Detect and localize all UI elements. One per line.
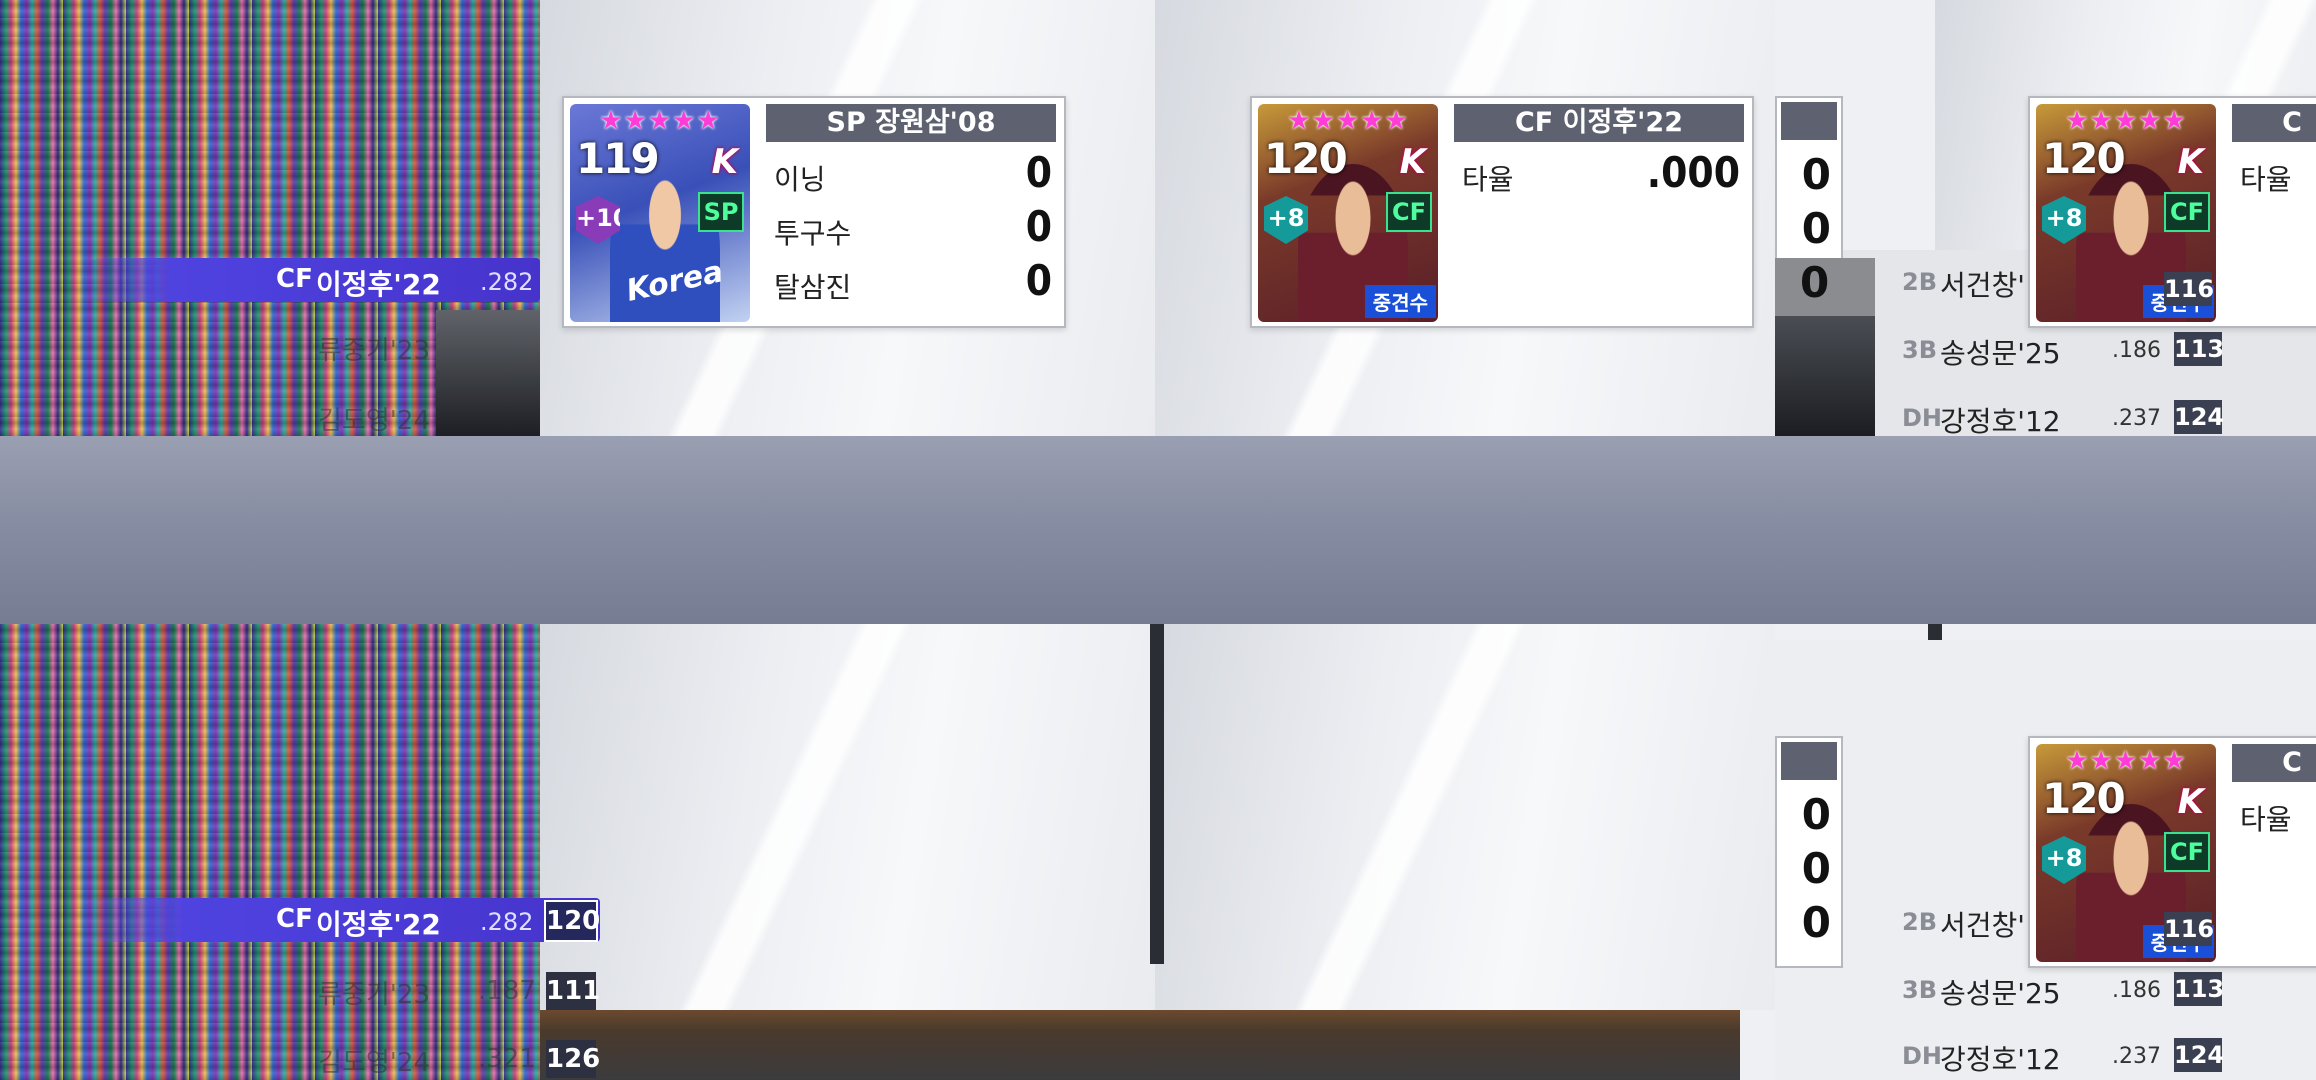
position-badge: SP <box>698 192 744 232</box>
overlay-ovr: 116 <box>2164 912 2214 946</box>
lineup-name: 송성문'25 <box>1940 977 2061 1010</box>
stat-value-pitches: 0 <box>1025 202 1052 251</box>
lineup-name: 송성문'25 <box>1940 337 2061 370</box>
sp-card-title: SP 장원삼'08 <box>766 104 1056 142</box>
stat-label-avg: 타율 <box>1462 163 1514 196</box>
lineup-pos: 2B <box>1902 268 1937 296</box>
lineup-avg: .237 <box>2112 1044 2161 1069</box>
partial-row-ovr-2: 126 <box>546 1040 600 1078</box>
selected-player-name: 이정후'22 <box>316 268 441 301</box>
partial-row-avg-2: .321 <box>478 1044 536 1074</box>
selected-player-bar[interactable]: CF 이정후'22 .282 <box>80 258 540 302</box>
lineup-ovr: 124 <box>2174 400 2224 434</box>
stage-pole <box>1150 624 1164 964</box>
mini-zero-3: 0 <box>1801 898 1831 947</box>
lineup-avg: .237 <box>2112 406 2161 431</box>
partial-row-avg-1: .187 <box>478 976 536 1006</box>
cf-player-card[interactable]: ★★★★★ 120 K +8 CF 중견수 <box>1258 104 1438 322</box>
team-logo-icon: K <box>1399 142 1426 182</box>
mini-zero-1: 0 <box>1801 150 1831 199</box>
mini-zero-1: 0 <box>1801 790 1831 839</box>
team-logo-icon: K <box>711 142 738 182</box>
selected-player-position: CF <box>276 264 313 294</box>
lineup-ovr: 113 <box>2174 972 2224 1006</box>
star-rating: ★★★★★ <box>2065 746 2187 776</box>
position-badge: CF <box>2164 832 2210 872</box>
team-logo-icon: K <box>2177 142 2204 182</box>
stat-label-strikeouts: 탈삼진 <box>774 271 852 304</box>
selected-player-avg: .282 <box>480 268 534 296</box>
mini-zero-2: 0 <box>1801 844 1831 893</box>
lineup-name: 강정호'12 <box>1940 405 2061 438</box>
cf-card-title-partial: C <box>2232 744 2316 782</box>
lineup-pos: 2B <box>1902 908 1937 936</box>
card-ovr: 120 <box>1264 134 1348 183</box>
partial-row-name-1: 류중기'23 <box>318 980 430 1010</box>
stat-value-innings: 0 <box>1025 148 1052 197</box>
position-badge: CF <box>1386 192 1432 232</box>
partial-row-ovr-1: 111 <box>546 972 600 1010</box>
selected-player-bar-bottom[interactable]: CF 이정후'22 .282 <box>80 898 600 942</box>
cf-card-title: CF 이정후'22 <box>1454 104 1744 142</box>
lineup-row-dh[interactable]: DH 강정호'12 .237 124 <box>1902 1032 2232 1080</box>
card-ovr: 119 <box>576 134 660 183</box>
mini-zero-2: 0 <box>1801 204 1831 253</box>
team-logo-icon: K <box>2177 782 2204 822</box>
mini-panel-header <box>1781 102 1837 140</box>
lineup-name: 강정호'12 <box>1940 1043 2061 1076</box>
stat-label-pitches: 투구수 <box>774 217 852 250</box>
selected-player-avg: .282 <box>480 908 534 936</box>
stat-label-avg: 타율 <box>2240 163 2292 196</box>
cf-card-title-partial: C <box>2232 104 2316 142</box>
stat-value-strikeouts: 0 <box>1025 256 1052 305</box>
mini-panel-header <box>1781 742 1837 780</box>
dark-panel-top-mid <box>1775 316 1875 436</box>
selected-player-name: 이정후'22 <box>316 908 441 941</box>
partial-row-name-2: 김도영'24 <box>318 406 430 436</box>
lineup-pos: 3B <box>1902 336 1937 364</box>
selected-player-position: CF <box>276 904 313 934</box>
stage-pole-right <box>1928 624 1942 640</box>
lineup-avg: .186 <box>2112 338 2161 363</box>
card-ovr: 120 <box>2042 134 2126 183</box>
stat-value-avg: .000 <box>1646 148 1740 197</box>
sp-player-card[interactable]: Korea ★★★★★ 119 K +10 SP <box>570 104 750 322</box>
partial-row-name-2: 김도영'24 <box>318 1048 430 1078</box>
lineup-row-dh[interactable]: DH 강정호'12 .237 124 <box>1902 394 2232 442</box>
star-rating: ★★★★★ <box>1287 106 1409 136</box>
mini-zero-3: 0 <box>1800 258 1830 307</box>
stat-label-innings: 이닝 <box>774 163 826 196</box>
mini-panel-bottom: 0 0 0 <box>1775 736 1843 968</box>
lineup-pos: 3B <box>1902 976 1937 1004</box>
card-ovr: 120 <box>2042 774 2126 823</box>
partial-row-name-1: 류중기'23 <box>318 336 430 366</box>
divider-band <box>0 436 2316 624</box>
glitch-texture-bottom <box>0 624 540 1080</box>
overlay-ovr: 116 <box>2164 272 2214 306</box>
selected-player-ovr: 120 <box>544 900 600 942</box>
lineup-row-3b[interactable]: 3B 송성문'25 .186 113 <box>1902 966 2232 1014</box>
sp-card-panel[interactable]: Korea ★★★★★ 119 K +10 SP SP 장원삼'08 이닝 0 … <box>562 96 1066 328</box>
cf-card-panel-right-bottom[interactable]: ★★★★★ 120 K +8 CF 중견수 116 C 타율 <box>2028 736 2316 968</box>
lineup-ovr: 124 <box>2174 1038 2224 1072</box>
lineup-avg: .186 <box>2112 978 2161 1003</box>
cf-player-card-right[interactable]: ★★★★★ 120 K +8 CF 중견수 116 <box>2036 104 2216 322</box>
bottom-mid-stage <box>1155 624 1775 1010</box>
lineup-row-3b[interactable]: 3B 송성문'25 .186 113 <box>1902 326 2232 374</box>
position-badge: CF <box>2164 192 2210 232</box>
lineup-pos: DH <box>1902 404 1943 432</box>
position-nickname: 중견수 <box>1364 285 1436 318</box>
stat-label-avg: 타율 <box>2240 803 2292 836</box>
star-rating: ★★★★★ <box>2065 106 2187 136</box>
cf-card-panel-right[interactable]: ★★★★★ 120 K +8 CF 중견수 116 C 타율 <box>2028 96 2316 328</box>
bottom-left-stage <box>540 624 1155 1010</box>
cf-card-panel[interactable]: ★★★★★ 120 K +8 CF 중견수 CF 이정후'22 타율 .000 <box>1250 96 1754 328</box>
dark-panel-top-left <box>436 310 540 436</box>
stage-floor <box>540 1010 1740 1080</box>
star-rating: ★★★★★ <box>599 106 721 136</box>
cf-player-card-right[interactable]: ★★★★★ 120 K +8 CF 중견수 116 <box>2036 744 2216 962</box>
lineup-pos: DH <box>1902 1042 1943 1070</box>
lineup-ovr: 113 <box>2174 332 2224 366</box>
